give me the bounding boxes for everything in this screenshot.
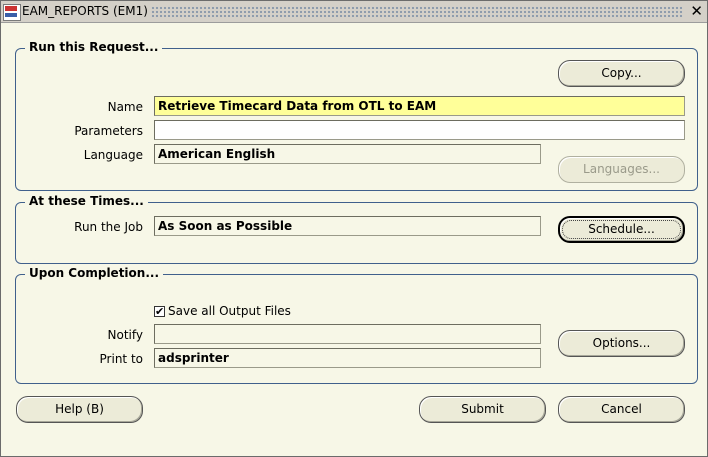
help-button[interactable]: Help (B) <box>16 396 143 423</box>
parameters-label: Parameters <box>74 124 143 138</box>
parameters-field[interactable] <box>154 120 685 140</box>
name-field[interactable]: Retrieve Timecard Data from OTL to EAM <box>154 96 685 116</box>
copy-button[interactable]: Copy... <box>558 60 685 87</box>
language-field[interactable]: American English <box>154 144 541 164</box>
times-legend: At these Times... <box>25 194 148 208</box>
notify-label: Notify <box>107 328 143 342</box>
language-label: Language <box>83 148 143 162</box>
schedule-button[interactable]: Schedule... <box>558 216 685 243</box>
focus-ring <box>562 220 681 239</box>
save-output-label[interactable]: Save all Output Files <box>168 304 291 318</box>
cancel-button[interactable]: Cancel <box>558 396 685 423</box>
oracle-app-icon <box>3 4 21 21</box>
completion-legend: Upon Completion... <box>25 266 164 280</box>
window-title: EAM_REPORTS (EM1) <box>22 4 148 18</box>
run-job-label: Run the Job <box>74 220 143 234</box>
options-button[interactable]: Options... <box>558 330 685 357</box>
print-to-field[interactable]: adsprinter <box>154 348 541 368</box>
request-window: EAM_REPORTS (EM1) ✕ Run this Request... … <box>0 0 708 457</box>
run-job-field[interactable]: As Soon as Possible <box>154 216 541 236</box>
save-output-checkbox[interactable]: ✔ <box>154 306 165 317</box>
name-label: Name <box>107 100 143 114</box>
title-bar-texture <box>151 6 683 17</box>
languages-button[interactable]: Languages... <box>558 156 685 183</box>
run-request-legend: Run this Request... <box>25 40 163 54</box>
title-bar[interactable]: EAM_REPORTS (EM1) ✕ <box>1 1 707 23</box>
submit-button[interactable]: Submit <box>419 396 546 423</box>
notify-field[interactable] <box>154 324 541 344</box>
print-to-label: Print to <box>99 352 143 366</box>
close-icon[interactable]: ✕ <box>690 3 703 19</box>
